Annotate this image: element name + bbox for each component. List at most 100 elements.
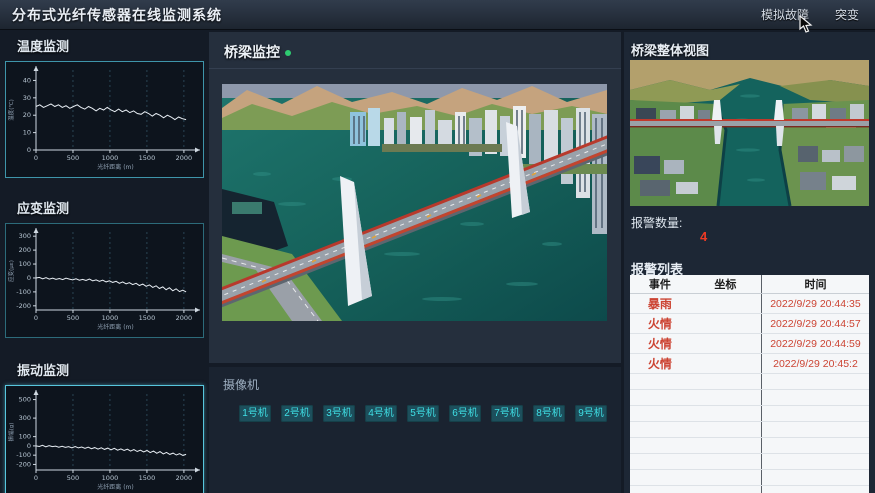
overview-title: 桥梁整体视图 [631,40,875,59]
col-time: 时间 [761,275,869,294]
alarm-row-empty [630,406,869,422]
camera-button-5[interactable]: 5号机 [407,405,439,422]
alarm-table: 事件 坐标 时间 暴雨 2022/9/29 20:44:35 火情 2022/9/29… [630,275,869,493]
svg-text:500: 500 [67,154,79,162]
svg-text:光纤距离 (m): 光纤距离 (m) [97,163,133,171]
alarm-time: 2022/9/29 20:44:59 [761,334,869,354]
camera-label: 摄像机 [223,376,621,393]
alarm-count-value: 4 [700,229,707,244]
svg-text:-100: -100 [16,451,31,459]
app-title: 分布式光纤传感器在线监测系统 [0,5,222,25]
svg-text:0: 0 [27,442,31,450]
bridge-monitor-header: 桥梁监控 [209,32,621,69]
svg-text:0: 0 [27,146,31,154]
svg-text:1000: 1000 [102,474,119,482]
camera-button-4[interactable]: 4号机 [365,405,397,422]
svg-text:0: 0 [34,314,38,322]
svg-text:500: 500 [19,396,31,404]
svg-text:20: 20 [23,111,31,119]
alarm-row: 火情 2022/9/29 20:44:57 [630,314,869,334]
app-root: 分布式光纤传感器在线监测系统 模拟故障 突变 温度监测 403020100050… [0,0,875,493]
temperature-panel-title: 温度监测 [17,36,204,55]
strain-panel: 应变监测 3002001000-100-2000500100015002000光… [5,198,204,338]
svg-text:-200: -200 [16,460,31,468]
alarm-row-empty [630,470,869,486]
alarm-row-empty [630,422,869,438]
svg-text:40: 40 [23,76,31,84]
svg-text:300: 300 [19,232,31,240]
svg-text:30: 30 [23,94,31,102]
overview-panel: 桥梁整体视图 [624,32,875,493]
svg-text:振幅(g): 振幅(g) [7,423,15,442]
camera-buttons: 1号机 2号机 3号机 4号机 5号机 6号机 7号机 8号机 9号机 [239,405,621,422]
svg-text:-200: -200 [16,302,31,310]
col-coord: 坐标 [690,275,762,294]
title-bar: 分布式光纤传感器在线监测系统 模拟故障 突变 [0,0,875,30]
svg-text:500: 500 [67,314,79,322]
svg-text:1500: 1500 [139,474,156,482]
svg-text:光纤距离 (m): 光纤距离 (m) [97,483,133,491]
svg-text:500: 500 [67,474,79,482]
alarm-time: 2022/9/29 20:44:57 [761,314,869,334]
bridge-3d-scene [222,84,607,321]
svg-text:温度(℃): 温度(℃) [7,99,15,120]
svg-text:-100: -100 [16,288,31,296]
alarm-coord [690,334,762,354]
bridge-monitor-panel: 桥梁监控 [209,32,621,363]
alarm-row: 暴雨 2022/9/29 20:44:35 [630,294,869,314]
sudden-change-button[interactable]: 突变 [835,6,859,23]
camera-strip: 摄像机 1号机 2号机 3号机 4号机 5号机 6号机 7号机 8号机 9号机 [209,367,621,493]
bridge-overview-viewport[interactable] [630,60,869,206]
bridge-monitor-title: 桥梁监控 [224,42,280,62]
simulate-fault-button[interactable]: 模拟故障 [761,6,809,23]
camera-button-8[interactable]: 8号机 [533,405,565,422]
camera-button-6[interactable]: 6号机 [449,405,481,422]
strain-panel-title: 应变监测 [17,198,204,217]
bridge-3d-viewport[interactable] [222,84,607,321]
svg-text:0: 0 [34,474,38,482]
bridge-overview-scene [630,60,869,206]
svg-text:1000: 1000 [102,314,119,322]
svg-text:100: 100 [19,433,31,441]
camera-button-2[interactable]: 2号机 [281,405,313,422]
vibration-panel-title: 振动监测 [17,360,204,379]
svg-text:0: 0 [27,274,31,282]
strain-chart: 3002001000-100-2000500100015002000光纤距离 (… [5,223,204,338]
alarm-row-empty [630,486,869,493]
svg-text:2000: 2000 [176,154,193,162]
alarm-event: 火情 [630,334,690,354]
col-event: 事件 [630,275,690,294]
svg-text:1500: 1500 [139,314,156,322]
svg-text:应变(με): 应变(με) [7,260,15,282]
svg-text:100: 100 [19,260,31,268]
alarm-time: 2022/9/29 20:44:35 [761,294,869,314]
svg-text:1000: 1000 [102,154,119,162]
temperature-panel: 温度监测 4030201000500100015002000光纤距离 (m)温度… [5,36,204,178]
svg-text:2000: 2000 [176,314,193,322]
svg-text:2000: 2000 [176,474,193,482]
alarm-event: 火情 [630,354,690,374]
camera-button-3[interactable]: 3号机 [323,405,355,422]
alarm-event: 暴雨 [630,294,690,314]
svg-text:光纤距离 (m): 光纤距离 (m) [97,323,133,331]
camera-button-9[interactable]: 9号机 [575,405,607,422]
svg-text:200: 200 [19,246,31,254]
header-buttons: 模拟故障 突变 [761,6,875,23]
alarm-table-header: 事件 坐标 时间 [630,275,869,294]
svg-text:10: 10 [23,129,31,137]
vibration-panel: 振动监测 5003001000-100-2000500100015002000光… [5,360,204,493]
status-dot [285,50,291,56]
alarm-row-empty [630,390,869,406]
alarm-event: 火情 [630,314,690,334]
alarm-coord [690,294,762,314]
alarm-row-empty [630,438,869,454]
temperature-chart: 4030201000500100015002000光纤距离 (m)温度(℃) [5,61,204,178]
alarm-coord [690,354,762,374]
svg-text:300: 300 [19,414,31,422]
camera-button-1[interactable]: 1号机 [239,405,271,422]
alarm-row-empty [630,454,869,470]
alarm-row-empty [630,374,869,390]
svg-text:0: 0 [34,154,38,162]
vibration-chart: 5003001000-100-2000500100015002000光纤距离 (… [5,385,204,493]
camera-button-7[interactable]: 7号机 [491,405,523,422]
